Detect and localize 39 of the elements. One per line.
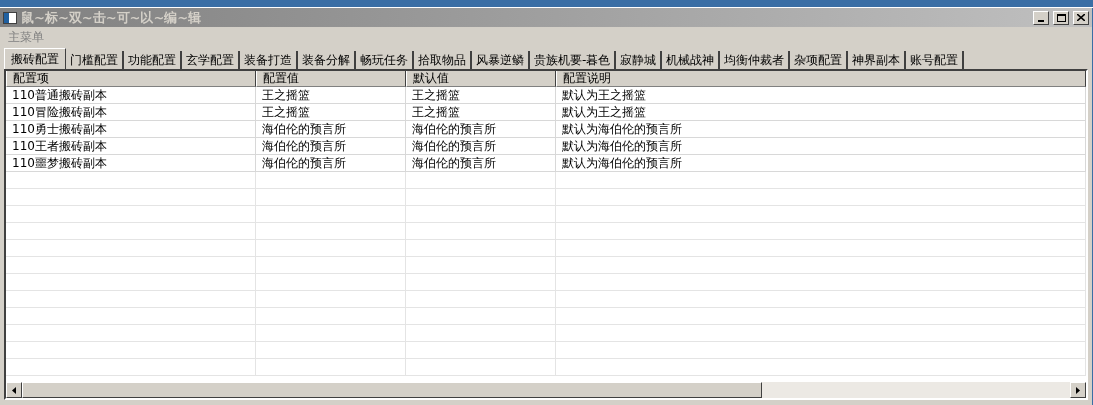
table-cell: 海伯伦的预言所	[256, 138, 406, 154]
close-icon	[1077, 14, 1085, 21]
minimize-icon	[1038, 19, 1044, 22]
right-arrow-icon	[1076, 386, 1080, 394]
table-cell: 默认为海伯伦的预言所	[556, 155, 1086, 171]
left-arrow-icon	[12, 386, 16, 394]
table-cell: 110勇士搬砖副本	[6, 121, 256, 137]
table-cell: 王之摇篮	[406, 87, 556, 103]
table-cell: 海伯伦的预言所	[406, 121, 556, 137]
window-title: 鼠~标~双~击~可~以~编~辑	[21, 8, 203, 27]
table-cell: 默认为王之摇篮	[556, 87, 1086, 103]
window-icon	[3, 11, 17, 24]
table-cell: 海伯伦的预言所	[256, 121, 406, 137]
table-cell: 王之摇篮	[256, 104, 406, 120]
table-cell: 王之摇篮	[406, 104, 556, 120]
table-cell: 海伯伦的预言所	[406, 155, 556, 171]
tab[interactable]: 搬砖配置	[4, 48, 66, 69]
close-button[interactable]	[1073, 10, 1089, 25]
scroll-thumb[interactable]	[22, 382, 762, 398]
table-cell: 默认为海伯伦的预言所	[556, 138, 1086, 154]
scroll-left-button[interactable]	[6, 382, 22, 398]
column-header[interactable]: 默认值	[406, 71, 556, 87]
horizontal-scrollbar[interactable]	[6, 382, 1086, 398]
table-cell: 海伯伦的预言所	[256, 155, 406, 171]
minimize-button[interactable]	[1033, 10, 1049, 25]
table-cell: 默认为海伯伦的预言所	[556, 121, 1086, 137]
maximize-icon	[1056, 13, 1066, 22]
column-header[interactable]: 配置说明	[556, 71, 1086, 87]
table-cell: 王之摇篮	[256, 87, 406, 103]
maximize-button[interactable]	[1053, 10, 1069, 25]
table-cell: 默认为王之摇篮	[556, 104, 1086, 120]
table-cell: 海伯伦的预言所	[406, 138, 556, 154]
table-cell: 110王者搬砖副本	[6, 138, 256, 154]
table-cell: 110冒险搬砖副本	[6, 104, 256, 120]
column-header[interactable]: 配置项	[6, 71, 256, 87]
table-cell: 110普通搬砖副本	[6, 87, 256, 103]
table-cell: 110噩梦搬砖副本	[6, 155, 256, 171]
column-header[interactable]: 配置值	[256, 71, 406, 87]
scroll-right-button[interactable]	[1070, 382, 1086, 398]
